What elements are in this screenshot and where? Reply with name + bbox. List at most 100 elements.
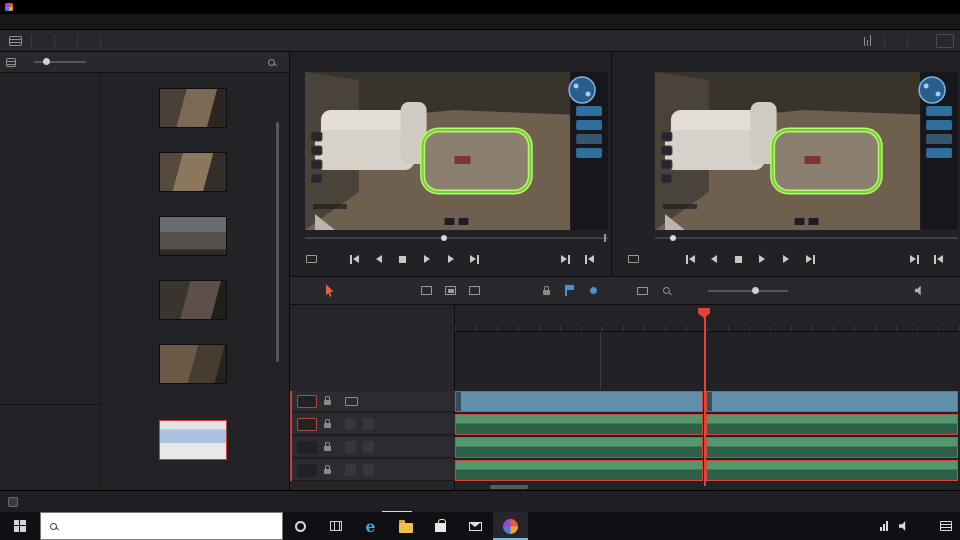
audio-clip-segment[interactable] [706, 460, 958, 481]
marker-button[interactable] [588, 281, 601, 301]
retime-curve-button[interactable] [492, 281, 505, 301]
metadata-toggle[interactable] [885, 30, 907, 51]
link-clips-button[interactable] [516, 281, 529, 301]
edit-index-toggle[interactable] [78, 30, 100, 51]
video-track-icon[interactable] [345, 396, 358, 406]
play-button[interactable] [415, 251, 439, 267]
audio-clip-segment[interactable] [455, 414, 703, 435]
timeline-scrub-bar[interactable] [655, 233, 958, 243]
davinci-resolve-taskbar-button[interactable] [493, 512, 528, 540]
scrub-playhead[interactable] [441, 234, 448, 241]
track-header-a1[interactable] [290, 414, 455, 435]
clip-thumbnail[interactable] [158, 344, 227, 384]
insert-clip-button[interactable] [420, 281, 433, 301]
lock-icon[interactable] [324, 465, 331, 474]
taskbar-search[interactable] [40, 512, 283, 540]
media-pool-scrollbar[interactable] [276, 122, 279, 362]
go-to-last-frame-button[interactable] [463, 251, 487, 267]
flag-button[interactable] [564, 281, 577, 301]
scrub-track[interactable] [305, 237, 608, 239]
project-manager-button[interactable] [888, 491, 914, 513]
task-view-button[interactable] [318, 512, 353, 540]
source-scrub-bar[interactable] [305, 233, 608, 243]
mixer-toggle[interactable] [855, 30, 885, 51]
action-center-button[interactable] [932, 521, 960, 531]
clip-thumbnail[interactable] [158, 88, 227, 128]
overwrite-clip-button[interactable] [444, 281, 457, 301]
replace-clip-button[interactable] [468, 281, 481, 301]
zoom-window-button[interactable] [636, 281, 649, 301]
search-input[interactable] [63, 521, 273, 531]
media-clip[interactable] [140, 216, 245, 258]
loop-button[interactable] [822, 251, 846, 267]
loop-button[interactable] [487, 251, 511, 267]
playhead[interactable] [704, 310, 706, 486]
effects-library-toggle[interactable] [55, 30, 77, 51]
timeline-thumbnail[interactable] [158, 420, 227, 460]
selection-mode-button[interactable] [324, 281, 337, 301]
sound-library-toggle[interactable] [101, 30, 123, 51]
scrub-track[interactable] [655, 237, 958, 239]
audio-clip-segment[interactable] [706, 437, 958, 458]
project-settings-button[interactable] [922, 491, 948, 513]
audio-monitor-button[interactable] [913, 281, 926, 301]
play-button[interactable] [750, 251, 774, 267]
cortana-button[interactable] [283, 512, 318, 540]
stop-button[interactable] [726, 251, 750, 267]
viewer-mode-button[interactable] [300, 251, 324, 267]
media-clip[interactable] [140, 88, 245, 130]
go-to-first-frame-button[interactable] [678, 251, 702, 267]
media-clip[interactable] [140, 280, 245, 322]
lock-icon[interactable] [324, 396, 331, 405]
next-frame-button[interactable] [439, 251, 463, 267]
timeline-horizontal-scrollbar[interactable] [490, 485, 528, 489]
clip-thumbnail[interactable] [158, 280, 227, 320]
dynamic-trim-mode-button[interactable] [372, 281, 385, 301]
page-deliver[interactable] [726, 491, 756, 513]
clip-thumbnail[interactable] [158, 216, 227, 256]
timeline-view-options-button[interactable] [300, 281, 313, 301]
timeline-zoom-slider[interactable] [708, 286, 788, 294]
snapping-button[interactable] [612, 281, 625, 301]
close-button[interactable] [929, 0, 955, 14]
audio-clip-segment[interactable] [706, 414, 958, 435]
solo-button[interactable] [345, 418, 356, 430]
solo-button[interactable] [345, 441, 356, 453]
zoom-slider-knob[interactable] [752, 286, 759, 294]
lock-icon[interactable] [324, 419, 331, 428]
trim-edit-mode-button[interactable] [348, 281, 361, 301]
blade-edit-mode-button[interactable] [396, 281, 409, 301]
page-fairlight[interactable] [640, 491, 670, 513]
track-destination-a2[interactable] [297, 440, 317, 454]
stop-button[interactable] [391, 251, 415, 267]
match-frame-button[interactable] [553, 251, 577, 267]
clip-thumbnail[interactable] [158, 152, 227, 192]
source-video-frame[interactable] [305, 72, 608, 230]
slider-knob[interactable] [43, 58, 51, 65]
timeline-video-frame[interactable] [655, 72, 958, 230]
marker-overlay-button[interactable] [622, 251, 646, 267]
file-explorer-button[interactable] [388, 512, 423, 540]
reverse-match-frame-button[interactable] [926, 251, 950, 267]
track-destination-v1[interactable] [297, 394, 317, 408]
inspector-toggle[interactable] [908, 30, 930, 51]
previous-frame-button[interactable] [367, 251, 391, 267]
media-pool-toggle[interactable] [32, 30, 54, 51]
bin-pane-button[interactable] [6, 57, 18, 67]
track-destination-a1[interactable] [297, 417, 317, 431]
page-color[interactable] [554, 491, 584, 513]
mute-button[interactable] [363, 464, 374, 476]
in-out-range-icon[interactable] [878, 251, 902, 267]
minimize-button[interactable] [877, 0, 903, 14]
go-to-last-frame-button[interactable] [798, 251, 822, 267]
media-clip[interactable] [140, 152, 245, 194]
in-out-range-icon[interactable] [529, 251, 553, 267]
scrub-playhead[interactable] [670, 234, 677, 241]
page-edit[interactable] [382, 491, 412, 513]
video-clip-segment[interactable] [455, 391, 703, 412]
timeline-media-item[interactable] [140, 420, 245, 462]
panel-toggle-button[interactable] [0, 30, 31, 51]
track-header-a2[interactable] [290, 437, 455, 458]
edge-button[interactable]: e [353, 512, 388, 540]
next-frame-button[interactable] [774, 251, 798, 267]
